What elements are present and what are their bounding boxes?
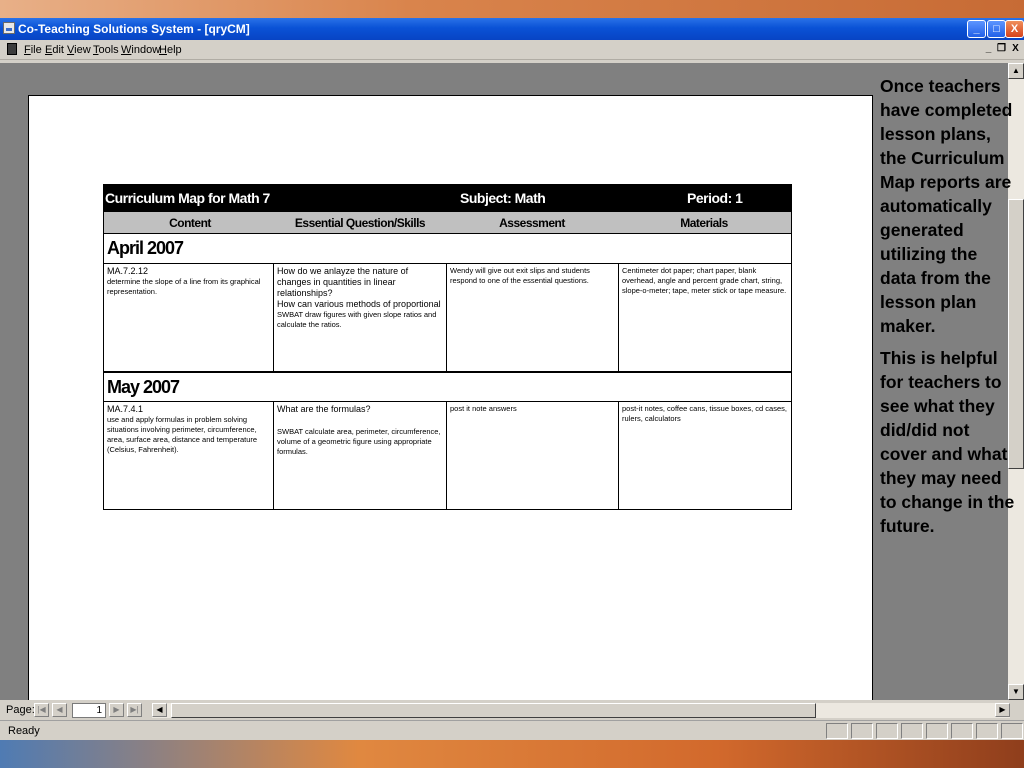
status-pane: [901, 723, 923, 739]
report-title: Curriculum Map for Math 7: [105, 190, 270, 206]
status-text: Ready: [8, 725, 40, 737]
skills-text: SWBAT calculate area, perimeter, circumf…: [277, 427, 441, 456]
assessment-text: post it note answers: [450, 404, 517, 413]
scroll-left-icon[interactable]: ◀: [152, 703, 167, 717]
scroll-right-icon[interactable]: ▶: [995, 703, 1010, 717]
status-pane: [876, 723, 898, 739]
materials-text: post-it notes, coffee cans, tissue boxes…: [622, 404, 787, 423]
mdi-restore-button[interactable]: ❐: [995, 43, 1008, 56]
essential-question: What are the formulas?: [277, 404, 371, 414]
curriculum-map-report: Curriculum Map for Math 7 Subject: Math …: [103, 184, 792, 510]
cell-essential-question: How do we anlayze the nature of changes …: [274, 264, 447, 371]
month-header: April 2007: [103, 234, 792, 264]
slide-side-note: Once teachers have completed lesson plan…: [880, 74, 1015, 546]
close-button[interactable]: X: [1005, 20, 1024, 38]
column-header-assessment: Assessment: [499, 216, 565, 230]
menu-bar: File Edit View Tools Window Help _ ❐ X: [0, 40, 1024, 60]
maximize-button[interactable]: □: [987, 20, 1006, 38]
content-code: MA.7.2.12: [107, 266, 149, 276]
essential-question: How do we anlayze the nature of changes …: [277, 266, 409, 298]
status-bar: Ready: [0, 720, 1024, 740]
content-code: MA.7.4.1: [107, 404, 144, 414]
report-page: Curriculum Map for Math 7 Subject: Math …: [28, 95, 873, 705]
first-page-button[interactable]: |◀: [34, 703, 49, 717]
minimize-button[interactable]: _: [967, 20, 986, 38]
next-page-button[interactable]: ▶: [109, 703, 124, 717]
report-period: Period: 1: [687, 190, 743, 206]
cell-materials: post-it notes, coffee cans, tissue boxes…: [619, 402, 791, 509]
menu-window[interactable]: Window: [121, 44, 160, 56]
menu-tools[interactable]: Tools: [93, 44, 119, 56]
essential-question-2: How can various methods of proportional: [277, 299, 441, 309]
side-note-paragraph-1: Once teachers have completed lesson plan…: [880, 76, 1013, 336]
column-header-materials: Materials: [680, 216, 728, 230]
menu-edit[interactable]: Edit: [45, 44, 64, 56]
essential-question-2: [277, 415, 443, 427]
column-header-content: Content: [169, 216, 211, 230]
horizontal-scroll-thumb[interactable]: [171, 703, 816, 718]
scroll-down-icon[interactable]: ▼: [1008, 684, 1024, 700]
application-window: Co-Teaching Solutions System - [qryCM] _…: [0, 18, 1024, 740]
table-row: MA.7.4.1 use and apply formulas in probl…: [103, 402, 792, 510]
assessment-text: Wendy will give out exit slips and stude…: [450, 266, 590, 285]
content-description: use and apply formulas in problem solvin…: [107, 415, 258, 454]
month-header: May 2007: [103, 372, 792, 402]
last-page-button[interactable]: ▶|: [127, 703, 142, 717]
materials-text: Centimeter dot paper; chart paper, blank…: [622, 266, 787, 295]
status-pane: [926, 723, 948, 739]
horizontal-scrollbar[interactable]: ◀ ▶: [152, 703, 1010, 718]
status-pane: [951, 723, 973, 739]
window-title: Co-Teaching Solutions System - [qryCM]: [18, 22, 250, 36]
skills-text: SWBAT draw figures with given slope rati…: [277, 310, 437, 329]
previous-page-button[interactable]: ◀: [52, 703, 67, 717]
cell-assessment: post it note answers: [447, 402, 619, 509]
page-label: Page:: [6, 704, 35, 716]
report-subject: Subject: Math: [460, 190, 546, 206]
side-note-paragraph-2: This is helpful for teachers to see what…: [880, 348, 1015, 536]
column-header-essential-question: Essential Question/Skills: [294, 216, 426, 230]
slide-background-top: [0, 0, 1024, 18]
record-navigation-bar: Page: |◀ ◀ 1 ▶ ▶| ◀ ▶: [0, 700, 1024, 720]
cell-essential-question: What are the formulas? SWBAT calculate a…: [274, 402, 447, 509]
menu-view[interactable]: View: [67, 44, 91, 56]
menu-help[interactable]: Help: [159, 44, 182, 56]
status-pane: [851, 723, 873, 739]
cell-materials: Centimeter dot paper; chart paper, blank…: [619, 264, 791, 371]
status-pane: [826, 723, 848, 739]
cell-content: MA.7.4.1 use and apply formulas in probl…: [104, 402, 274, 509]
mdi-minimize-button[interactable]: _: [982, 43, 995, 56]
document-icon[interactable]: [7, 43, 17, 55]
cell-content: MA.7.2.12 determine the slope of a line …: [104, 264, 274, 371]
slide-background-bottom: [0, 740, 1024, 768]
title-bar: Co-Teaching Solutions System - [qryCM] _…: [0, 18, 1024, 40]
mdi-close-button[interactable]: X: [1009, 43, 1022, 56]
column-header-row: Content Essential Question/Skills Assess…: [103, 212, 792, 234]
report-preview-area: Curriculum Map for Math 7 Subject: Math …: [0, 63, 1010, 705]
menu-file[interactable]: File: [24, 44, 42, 56]
month-label: April 2007: [107, 238, 184, 258]
table-row: MA.7.2.12 determine the slope of a line …: [103, 264, 792, 372]
month-label: May 2007: [107, 377, 180, 397]
report-header: Curriculum Map for Math 7 Subject: Math …: [103, 184, 792, 212]
status-pane: [976, 723, 998, 739]
app-icon: [3, 22, 15, 34]
page-number-input[interactable]: 1: [72, 703, 106, 718]
cell-assessment: Wendy will give out exit slips and stude…: [447, 264, 619, 371]
status-pane: [1001, 723, 1023, 739]
content-description: determine the slope of a line from its g…: [107, 277, 261, 296]
